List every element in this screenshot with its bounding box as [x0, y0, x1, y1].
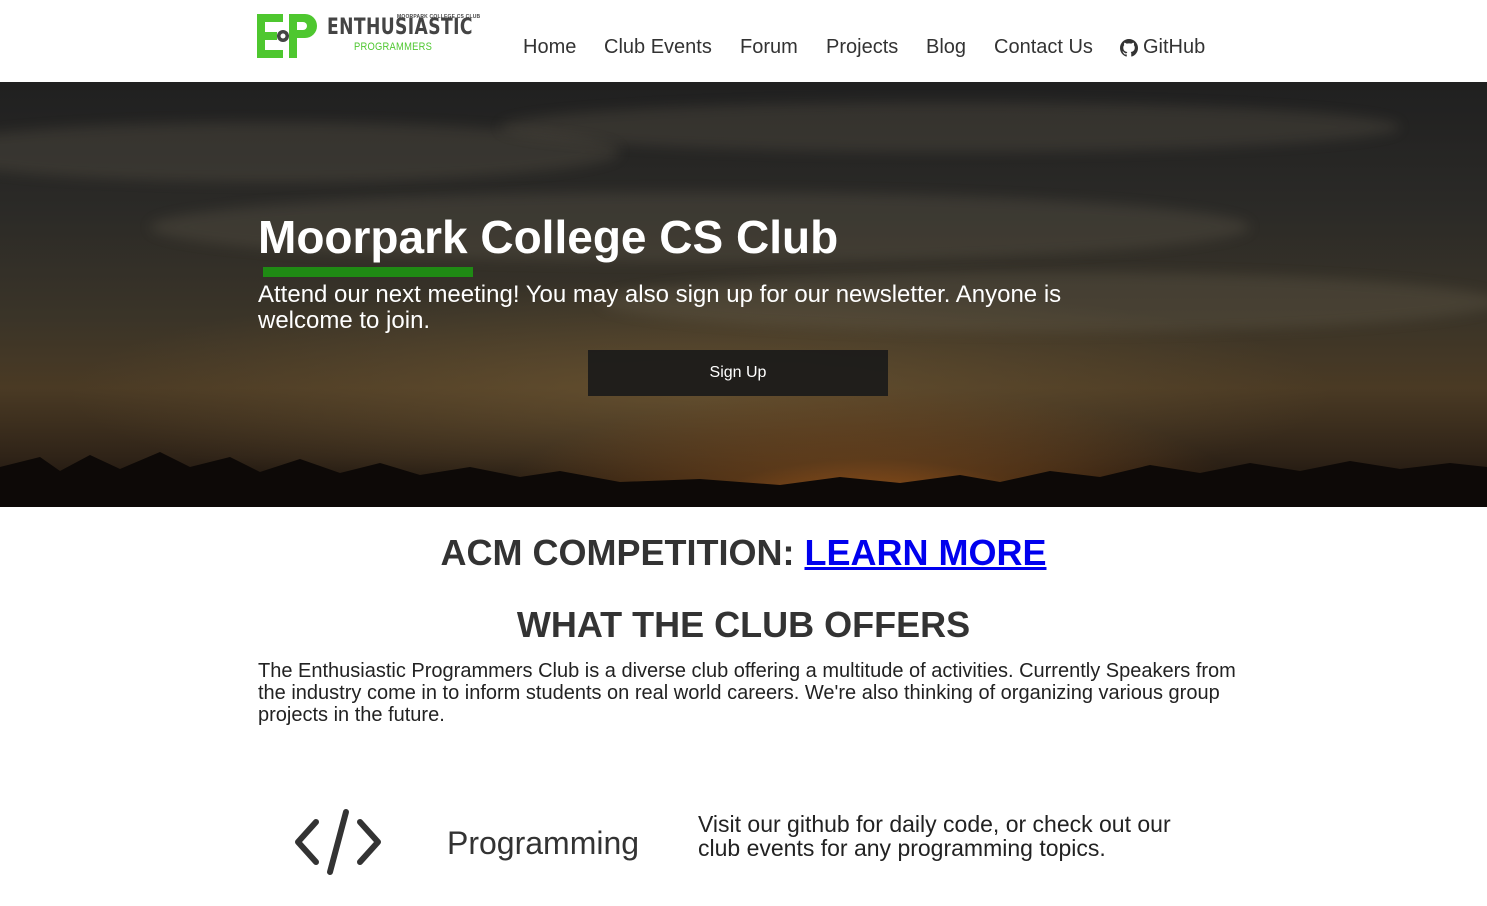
learn-more-link[interactable]: LEARN MORE	[804, 532, 1046, 573]
cloud-shape	[500, 102, 1400, 152]
main-nav: Home Club Events Forum Projects Blog Con…	[0, 36, 1487, 60]
hero-banner: Moorpark College CS Club Attend our next…	[0, 82, 1487, 507]
nav-blog[interactable]: Blog	[926, 36, 966, 59]
offers-heading: WHAT THE CLUB OFFERS	[516, 604, 971, 645]
nav-home[interactable]: Home	[523, 36, 576, 59]
nav-projects[interactable]: Projects	[826, 36, 898, 59]
nav-github-label: GitHub	[1143, 36, 1206, 58]
nav-github[interactable]: GitHub	[1120, 36, 1205, 59]
hero-title: Moorpark College CS Club	[258, 211, 839, 263]
nav-forum[interactable]: Forum	[740, 36, 798, 59]
title-underline	[263, 267, 473, 277]
nav-contact-us[interactable]: Contact Us	[994, 36, 1093, 59]
offers-description: The Enthusiastic Programmers Club is a d…	[258, 660, 1236, 726]
acm-heading: ACM COMPETITION: LEARN MORE	[0, 532, 1487, 574]
feature-title: Programming	[447, 825, 640, 861]
code-icon	[295, 809, 381, 875]
github-icon	[1120, 38, 1138, 57]
hero-description: Attend our next meeting! You may also si…	[258, 281, 1062, 334]
treeline-silhouette	[0, 452, 1487, 507]
feature-description: Visit our github for daily code, or chec…	[698, 811, 1171, 861]
sign-up-button[interactable]: Sign Up	[588, 350, 888, 396]
site-header: MOORPARK COLLEGE CS CLUB ENTHUSIASTIC PR…	[0, 0, 1487, 82]
acm-label: ACM COMPETITION:	[440, 532, 805, 573]
nav-club-events[interactable]: Club Events	[604, 36, 712, 59]
